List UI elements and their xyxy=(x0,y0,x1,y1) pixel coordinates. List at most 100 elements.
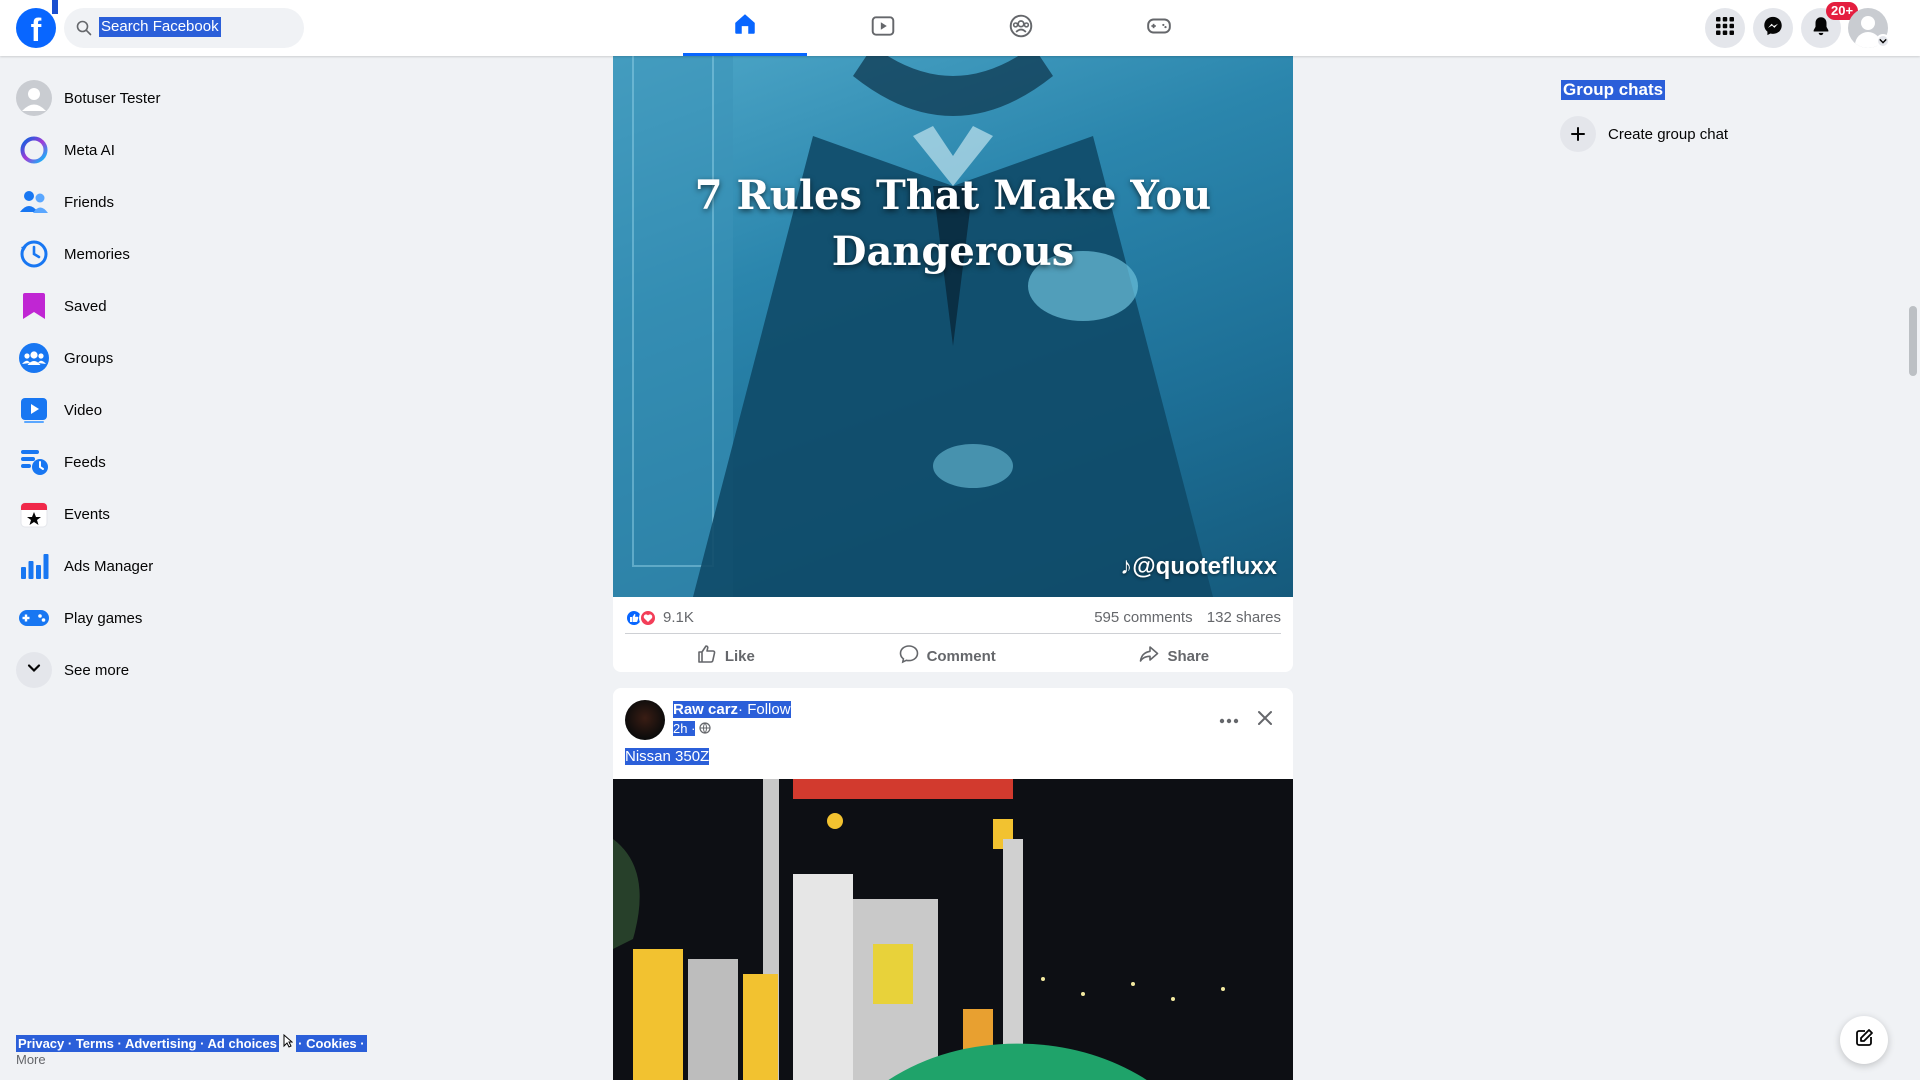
comment-label: Comment xyxy=(926,647,996,665)
follow-link[interactable]: · Follow xyxy=(738,701,791,718)
post-actions: Like Comment Share xyxy=(625,638,1281,674)
page-scrollbar[interactable] xyxy=(1906,56,1920,1080)
cursor-icon xyxy=(283,1033,293,1051)
comment-icon xyxy=(899,644,919,668)
play-games-icon xyxy=(16,600,52,636)
footer-cookies-link[interactable]: · Cookies · xyxy=(296,1035,367,1052)
feed-post: 7 Rules That Make You Dangerous ♪@quotef… xyxy=(613,46,1293,672)
plus-icon xyxy=(1560,116,1596,152)
sidebar-item-label: Friends xyxy=(64,193,115,211)
friends-icon xyxy=(16,184,52,220)
more-horizontal-icon xyxy=(1219,711,1239,729)
love-reaction-icon xyxy=(639,608,657,627)
sidebar-item-events[interactable]: Events xyxy=(8,488,348,540)
memories-icon xyxy=(16,236,52,272)
gaming-icon xyxy=(1146,13,1172,44)
search-input[interactable]: Search Facebook xyxy=(99,17,221,37)
footer-more-link[interactable]: More xyxy=(16,1052,46,1067)
sidebar-item-label: Feeds xyxy=(64,453,106,471)
menu-button[interactable] xyxy=(1705,8,1745,48)
post-text: Nissan 350Z xyxy=(625,748,710,765)
share-icon xyxy=(1139,644,1159,668)
grid-menu-icon xyxy=(1715,16,1735,41)
search-icon xyxy=(76,20,92,36)
feed-post: Raw carz· Follow 2h · Nissan 350Z xyxy=(613,688,1293,1080)
comment-button[interactable]: Comment xyxy=(859,638,1036,674)
sidebar-item-ads-manager[interactable]: Ads Manager xyxy=(8,540,348,592)
create-group-chat-button[interactable]: Create group chat xyxy=(1560,116,1728,152)
top-navigation-bar: f Search Facebook 20+ xyxy=(0,0,1920,56)
scrollbar-thumb[interactable] xyxy=(1909,306,1917,376)
meta-ai-icon xyxy=(16,132,52,168)
sidebar-item-meta-ai[interactable]: Meta AI xyxy=(8,124,348,176)
sidebar-item-label: Botuser Tester xyxy=(64,89,161,107)
watermark-handle: @quotefluxx xyxy=(1132,553,1277,580)
sidebar-item-play-games[interactable]: Play games xyxy=(8,592,348,644)
tiktok-icon: ♪ xyxy=(1120,553,1133,580)
tab-home[interactable] xyxy=(683,0,807,56)
post-author-name[interactable]: Raw carz xyxy=(673,701,739,718)
post-timestamp[interactable]: 2h · xyxy=(673,721,696,736)
post-header: Raw carz· Follow 2h · xyxy=(673,700,791,739)
messenger-icon xyxy=(1762,15,1784,42)
like-label: Like xyxy=(724,647,755,665)
see-more-circle xyxy=(16,652,52,688)
sidebar-item-video[interactable]: Video xyxy=(8,384,348,436)
chevron-down-icon xyxy=(1879,32,1887,50)
caption-line-1: 7 Rules That Make You xyxy=(694,172,1212,219)
sidebar-item-friends[interactable]: Friends xyxy=(8,176,348,228)
events-icon xyxy=(16,496,52,532)
comments-count[interactable]: 595 comments xyxy=(1094,609,1192,626)
hide-post-button[interactable] xyxy=(1247,702,1283,738)
shares-count[interactable]: 132 shares xyxy=(1207,609,1281,626)
avatar-icon xyxy=(16,80,52,116)
reaction-count: 9.1K xyxy=(663,609,694,626)
share-label: Share xyxy=(1167,647,1210,665)
post-image-art xyxy=(613,46,1213,597)
video-icon xyxy=(870,13,896,44)
sidebar-item-label: See more xyxy=(64,661,130,679)
post-image[interactable] xyxy=(613,779,1293,1080)
logo-marker xyxy=(52,0,58,14)
post-image[interactable]: 7 Rules That Make You Dangerous ♪@quotef… xyxy=(613,46,1293,597)
chevron-down-icon xyxy=(26,660,42,681)
sidebar-item-label: Video xyxy=(64,401,103,419)
sidebar-item-see-more[interactable]: See more xyxy=(8,644,348,696)
avatar-head xyxy=(1861,16,1875,30)
reactions-summary: 9.1K 595 comments 132 shares xyxy=(625,602,1281,634)
sidebar-item-profile[interactable]: Botuser Tester xyxy=(8,72,348,124)
account-caret[interactable] xyxy=(1876,34,1890,48)
compose-icon xyxy=(1854,1028,1874,1053)
close-icon xyxy=(1257,710,1273,731)
like-button[interactable]: Like xyxy=(657,638,795,674)
post-watermark: ♪@quotefluxx xyxy=(1120,553,1277,581)
new-message-button[interactable] xyxy=(1840,1016,1888,1064)
sidebar-item-groups[interactable]: Groups xyxy=(8,332,348,384)
bell-icon xyxy=(1810,15,1832,42)
post-author-avatar[interactable] xyxy=(625,700,665,740)
globe-icon xyxy=(699,720,711,739)
post-image-caption: 7 Rules That Make You Dangerous xyxy=(613,168,1293,280)
sidebar-item-memories[interactable]: Memories xyxy=(8,228,348,280)
sidebar-item-label: Meta AI xyxy=(64,141,115,159)
left-sidebar: Botuser Tester Meta AI Friends Memories … xyxy=(8,72,348,696)
share-button[interactable]: Share xyxy=(1099,638,1249,674)
footer-policy-links[interactable]: Privacy · Terms · Advertising · Ad choic… xyxy=(16,1035,279,1052)
reaction-icons[interactable]: 9.1K xyxy=(625,608,694,627)
tab-groups[interactable] xyxy=(959,0,1083,56)
tab-gaming[interactable] xyxy=(1097,0,1221,56)
sidebar-item-label: Groups xyxy=(64,349,114,367)
messenger-button[interactable] xyxy=(1753,8,1793,48)
feeds-icon xyxy=(16,444,52,480)
groups-icon xyxy=(1008,13,1034,44)
facebook-logo[interactable]: f xyxy=(16,8,56,48)
sidebar-item-saved[interactable]: Saved xyxy=(8,280,348,332)
thumbs-up-icon xyxy=(697,644,717,668)
gas-station-photo xyxy=(613,779,1293,1080)
post-options-button[interactable] xyxy=(1211,702,1247,738)
sidebar-item-feeds[interactable]: Feeds xyxy=(8,436,348,488)
group-chats-title: Group chats xyxy=(1561,80,1666,100)
saved-icon xyxy=(16,288,52,324)
tab-video[interactable] xyxy=(821,0,945,56)
sidebar-item-label: Memories xyxy=(64,245,130,263)
